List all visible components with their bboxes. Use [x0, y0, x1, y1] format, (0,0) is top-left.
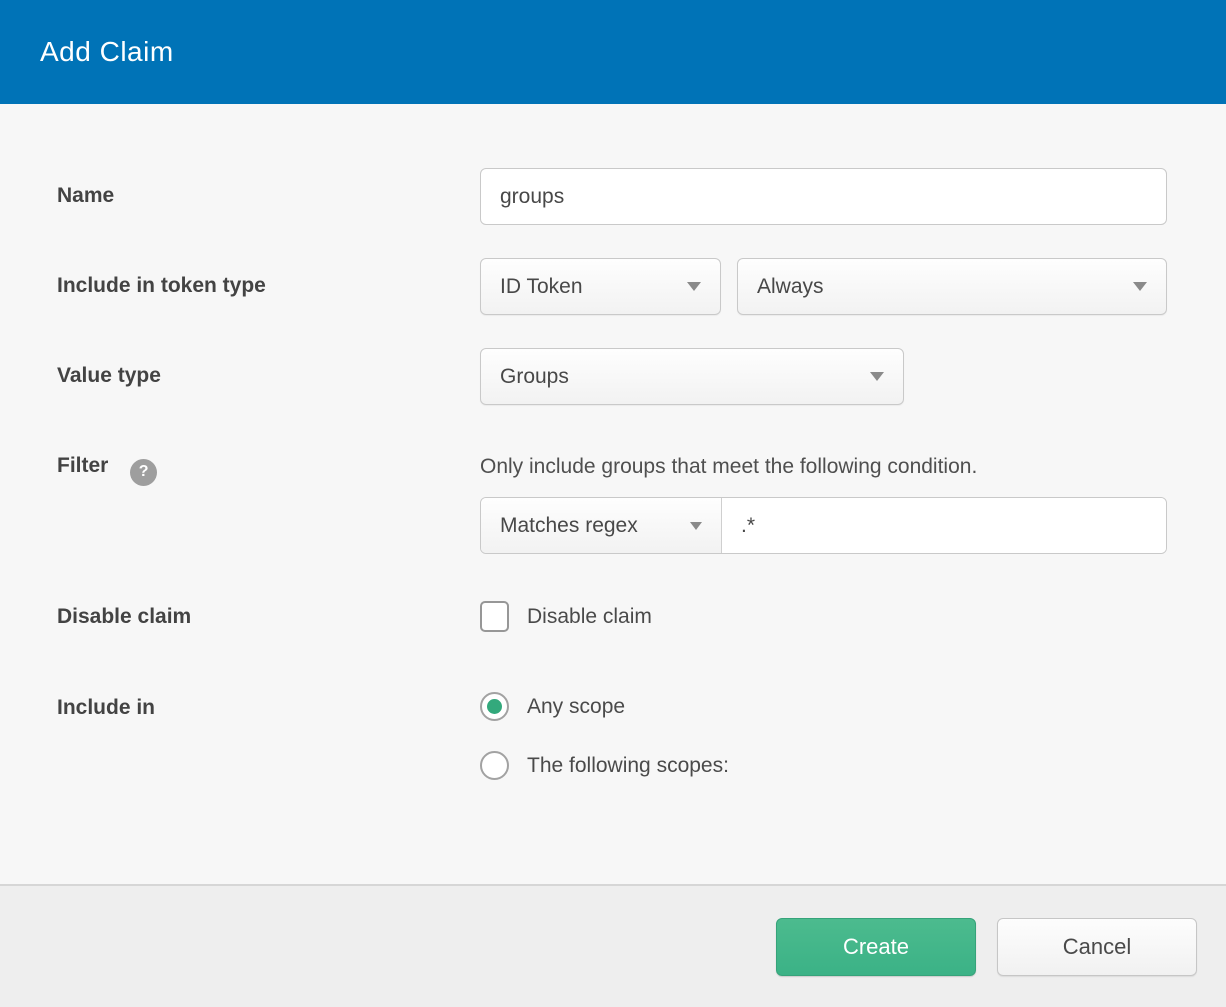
disable-claim-checkbox[interactable]	[480, 601, 509, 632]
dialog-body: Name Include in token type ID Token Alwa…	[0, 104, 1226, 884]
form-row-value-type: Value type Groups	[57, 348, 1167, 405]
filter-controls: Only include groups that meet the follow…	[480, 438, 1167, 554]
filter-match-dropdown[interactable]: Matches regex	[481, 498, 722, 553]
filter-condition-text: Only include groups that meet the follow…	[480, 438, 1167, 482]
radio-unselected-icon	[480, 751, 509, 780]
chevron-down-icon	[870, 372, 884, 381]
token-type-dropdown-value: ID Token	[500, 275, 583, 299]
token-type-dropdown[interactable]: ID Token	[480, 258, 721, 315]
disable-claim-checkbox-label[interactable]: Disable claim	[527, 605, 652, 629]
token-behavior-dropdown[interactable]: Always	[737, 258, 1167, 315]
form-row-include-in: Include in Any scope The following scope…	[57, 692, 1167, 780]
disable-claim-controls: Disable claim	[480, 601, 1167, 632]
value-type-dropdown-value: Groups	[500, 365, 569, 389]
disable-claim-label: Disable claim	[57, 601, 480, 632]
create-button[interactable]: Create	[776, 918, 976, 976]
filter-label-cell: Filter ?	[57, 438, 480, 554]
form-row-name: Name	[57, 168, 1167, 225]
name-input[interactable]	[480, 168, 1167, 225]
radio-any-scope-label: Any scope	[527, 695, 625, 719]
add-claim-dialog: Add Claim Name Include in token type ID …	[0, 0, 1226, 1007]
radio-option-following-scopes[interactable]: The following scopes:	[480, 751, 1167, 780]
radio-following-scopes-label: The following scopes:	[527, 754, 729, 778]
radio-option-any-scope[interactable]: Any scope	[480, 692, 1167, 721]
filter-combo: Matches regex	[480, 497, 1167, 554]
chevron-down-icon	[690, 522, 702, 530]
help-icon[interactable]: ?	[130, 459, 157, 486]
name-label: Name	[57, 168, 480, 225]
cancel-button[interactable]: Cancel	[997, 918, 1197, 976]
dialog-title: Add Claim	[40, 36, 174, 68]
name-controls	[480, 168, 1167, 225]
dialog-footer: Create Cancel	[0, 884, 1226, 1007]
value-type-controls: Groups	[480, 348, 1167, 405]
value-type-dropdown[interactable]: Groups	[480, 348, 904, 405]
value-type-label: Value type	[57, 348, 480, 405]
form-row-disable-claim: Disable claim Disable claim	[57, 601, 1167, 632]
include-in-controls: Any scope The following scopes:	[480, 692, 1167, 780]
form-row-token-type: Include in token type ID Token Always	[57, 258, 1167, 315]
radio-selected-icon	[480, 692, 509, 721]
radio-dot	[487, 699, 502, 714]
filter-regex-input[interactable]	[722, 498, 1166, 553]
include-in-label: Include in	[57, 692, 480, 780]
radio-dot	[487, 758, 502, 773]
filter-match-dropdown-value: Matches regex	[500, 514, 638, 538]
form-row-filter: Filter ? Only include groups that meet t…	[57, 438, 1167, 554]
chevron-down-icon	[687, 282, 701, 291]
token-type-label: Include in token type	[57, 258, 480, 315]
filter-label: Filter	[57, 454, 108, 477]
token-behavior-dropdown-value: Always	[757, 275, 824, 299]
chevron-down-icon	[1133, 282, 1147, 291]
token-type-controls: ID Token Always	[480, 258, 1167, 315]
dialog-header: Add Claim	[0, 0, 1226, 104]
